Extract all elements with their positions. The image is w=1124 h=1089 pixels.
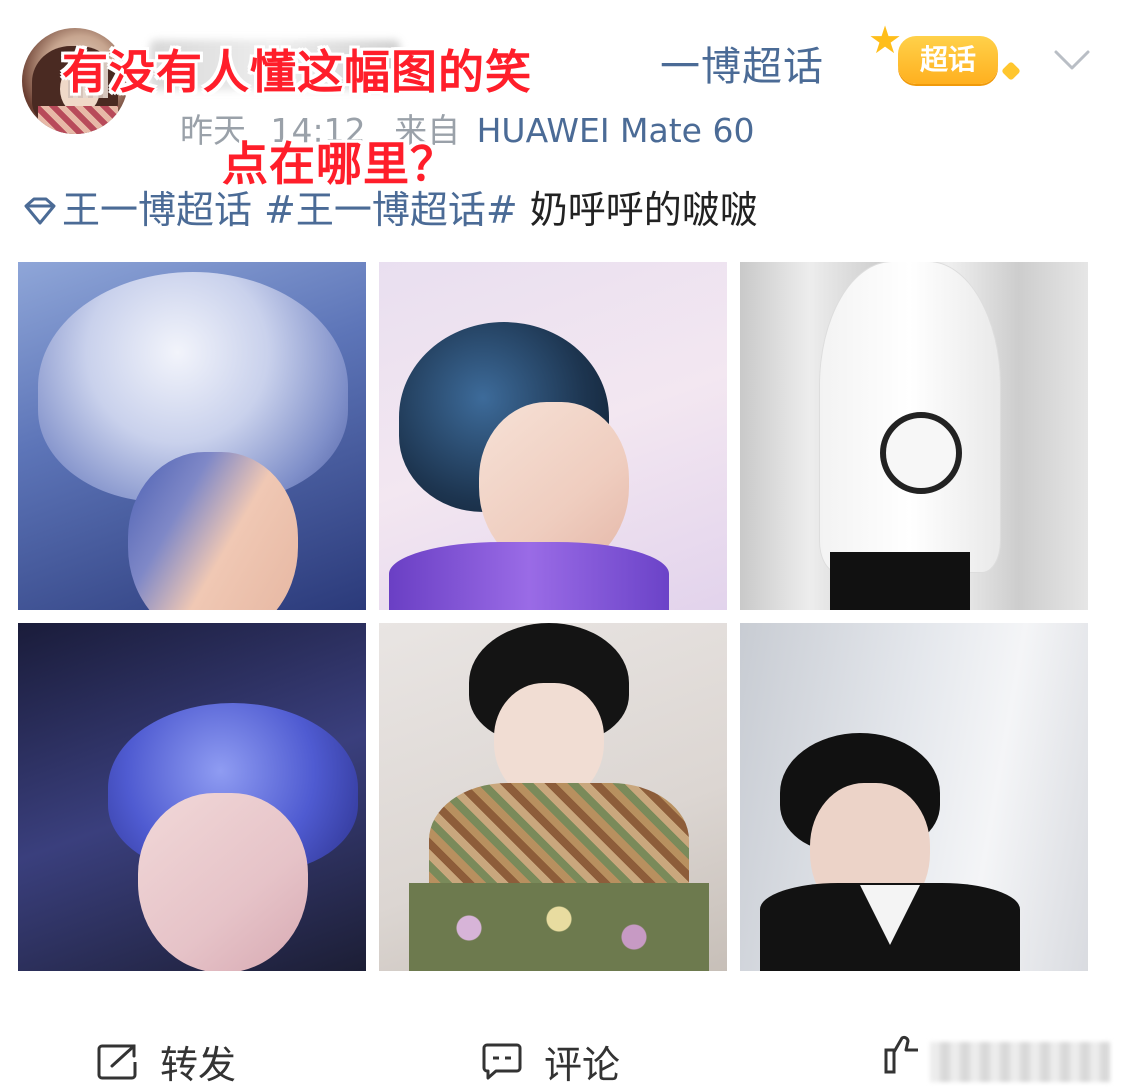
photo-silver-hair-closeup[interactable]: [18, 262, 366, 610]
diamond-topic-icon: [24, 197, 56, 225]
repost-button[interactable]: 转发: [96, 1034, 236, 1089]
supertopic-badge[interactable]: ★ 超话: [868, 14, 1028, 94]
photo-blue-hair-side-profile[interactable]: [379, 262, 727, 610]
action-bar: 转发 评论: [0, 1018, 1124, 1087]
hashtag-link[interactable]: #王一博超话#: [264, 188, 518, 232]
repost-icon: [97, 1044, 137, 1079]
comment-icon: [482, 1043, 522, 1079]
overlay-caption-line1: 有没有人懂这幅图的笑: [62, 45, 532, 99]
username-topic-tail[interactable]: 一博超话: [660, 34, 824, 92]
post-text: 王一博超话 #王一博超话# 奶呼呼的啵啵: [22, 180, 758, 240]
photo-black-suit-portrait[interactable]: [740, 623, 1088, 971]
source-device[interactable]: HUAWEI Mate 60: [477, 111, 755, 150]
comment-button[interactable]: 评论: [480, 1034, 620, 1089]
chevron-down-icon[interactable]: [1052, 44, 1092, 74]
post-header: 一博超话 昨天 14:12 来自 HUAWEI Mate 60 ★ 超话 有没有…: [0, 0, 1124, 191]
sparkle-icon: [1001, 61, 1021, 81]
post-body: 奶呼呼的啵啵: [529, 188, 758, 232]
photo-blue-hair-stage[interactable]: [18, 623, 366, 971]
photo-floral-jacket-portrait[interactable]: [379, 623, 727, 971]
repost-label: 转发: [160, 1043, 237, 1087]
watermark-blurred: [930, 1042, 1110, 1082]
comment-label: 评论: [544, 1043, 621, 1087]
supertopic-badge-label: 超话: [898, 36, 998, 84]
star-icon: ★: [868, 18, 903, 62]
photo-grid: [18, 262, 1088, 972]
like-icon: [884, 1035, 918, 1074]
supertopic-link[interactable]: 王一博超话: [62, 188, 252, 232]
photo-white-hoodie-outfit[interactable]: [740, 262, 1088, 610]
